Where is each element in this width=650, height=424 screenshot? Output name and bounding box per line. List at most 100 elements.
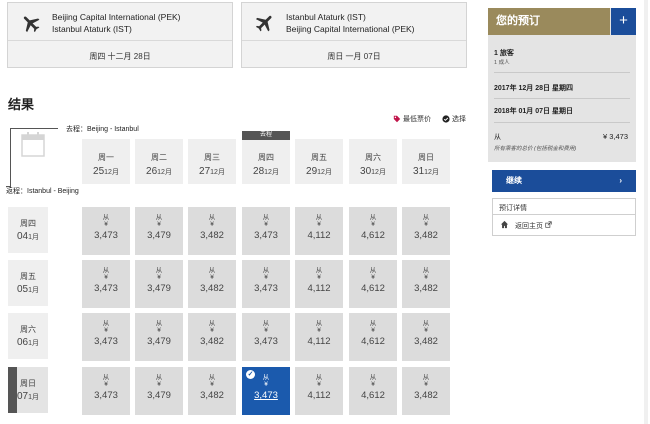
return-flight-card[interactable]: Istanbul Ataturk (IST) Beijing Capital I…	[241, 2, 467, 68]
date-column-header[interactable]: 周日 3112月	[402, 139, 450, 184]
column-month: 12月	[104, 169, 119, 176]
fare-cell[interactable]: 从 ¥3,482	[402, 313, 450, 361]
fare-from-label: 从	[102, 214, 110, 221]
fare-cell[interactable]: 从 ¥4,112	[295, 313, 343, 361]
fare-cell[interactable]: 从 ¥4,612	[349, 260, 397, 308]
outbound-flight-card[interactable]: Beijing Capital International (PEK) Ista…	[7, 2, 233, 68]
column-date: 2512月	[82, 166, 130, 177]
fare-from-label: 从	[369, 267, 377, 274]
booking-details-link[interactable]: 预订详情	[499, 203, 527, 213]
row-date: 061月	[8, 337, 48, 348]
date-column-header[interactable]: 周二 2612月	[135, 139, 183, 184]
date-row-header[interactable]: 周五 051月	[8, 260, 48, 306]
fare-cell[interactable]: 从 ¥3,473	[82, 207, 130, 255]
row-weekday: 周四	[20, 219, 36, 228]
date-row-header[interactable]: 周六 061月	[8, 313, 48, 359]
date-row-header[interactable]: 周四 041月	[8, 207, 48, 253]
fare-cell[interactable]: 从 ¥3,473	[82, 313, 130, 361]
fare-cell[interactable]: 从 ¥3,479	[135, 260, 183, 308]
fare-cell[interactable]: 从 ¥3,479	[135, 367, 183, 415]
currency-symbol: ¥	[157, 381, 161, 388]
continue-button[interactable]: 继续 ›	[492, 170, 636, 192]
fare-cell[interactable]: 从 ¥3,482	[402, 367, 450, 415]
row-month: 1月	[28, 234, 40, 241]
column-month: 12月	[371, 169, 386, 176]
column-weekday: 周三	[204, 153, 220, 162]
date-column-header[interactable]: 周一 2512月	[82, 139, 130, 184]
fare-price: 4,112	[307, 230, 331, 241]
fare-cell[interactable]: 从 ¥3,482	[402, 260, 450, 308]
fare-from-label: 从	[208, 320, 216, 327]
legend-selected-label: 选择	[451, 116, 466, 123]
column-weekday: 周五	[311, 153, 327, 162]
return-home-link[interactable]: 返回主页	[515, 221, 552, 231]
column-month: 12月	[317, 169, 332, 176]
flight-destination: Istanbul Ataturk (IST)	[52, 24, 132, 34]
fare-price: 3,482	[200, 283, 224, 294]
flight-date: 周日 一月 07日	[327, 52, 381, 61]
currency-symbol: ¥	[104, 381, 108, 388]
total-price: ¥ 3,473	[602, 132, 628, 141]
fare-from-label: 从	[315, 267, 323, 274]
column-month: 12月	[264, 169, 279, 176]
fare-cell[interactable]: 从 ¥3,482	[188, 260, 236, 308]
fare-cell[interactable]: 从 ¥4,612	[349, 207, 397, 255]
fare-cell[interactable]: 从 ¥3,482	[402, 207, 450, 255]
date-column-header[interactable]: 去程 周四 2812月	[242, 131, 290, 184]
fare-price: 4,612	[361, 336, 385, 347]
fare-cell[interactable]: 从 ¥3,473	[242, 260, 290, 308]
fare-cell[interactable]: 从 ¥3,473	[242, 207, 290, 255]
continue-label: 继续	[506, 176, 522, 185]
fare-cell[interactable]: 从 ¥4,112	[295, 260, 343, 308]
outbound-route-label: 去程：Beijing - Istanbul	[66, 126, 139, 133]
price-note: 所有乘客的总价 (包括税金和费用)	[494, 146, 577, 152]
fare-price: 3,482	[414, 230, 438, 241]
column-day: 26	[146, 166, 158, 177]
flight-card-route: Beijing Capital International (PEK) Ista…	[8, 3, 232, 41]
fare-cell[interactable]: 从 ¥3,473	[82, 260, 130, 308]
currency-symbol: ¥	[210, 327, 214, 334]
external-link-icon	[545, 221, 552, 228]
booking-summary-panel: 您的预订 + 1 旅客 1 成人 2017年 12月 28日 星期四 2018年…	[488, 8, 636, 162]
expand-button[interactable]: +	[611, 8, 636, 35]
fare-cell[interactable]: 从 ¥4,612	[349, 367, 397, 415]
fare-cell[interactable]: 从 ¥3,482	[188, 313, 236, 361]
fare-cell[interactable]: 从 ¥4,112	[295, 367, 343, 415]
fare-cell[interactable]: 从 ¥3,479	[135, 313, 183, 361]
fare-cell[interactable]: 从 ¥4,112	[295, 207, 343, 255]
fare-price: 4,612	[361, 283, 385, 294]
fare-cell[interactable]: 从 ¥3,473	[82, 367, 130, 415]
fare-cell[interactable]: 从 ¥3,473	[242, 313, 290, 361]
fare-from-label: 从	[155, 320, 163, 327]
date-column-header[interactable]: 周六 3012月	[349, 139, 397, 184]
fare-cell[interactable]: 从 ¥3,479	[135, 207, 183, 255]
column-day: 30	[360, 166, 372, 177]
date-column-header[interactable]: 周五 2912月	[295, 139, 343, 184]
row-day: 04	[16, 231, 29, 242]
scrollbar[interactable]	[644, 0, 648, 424]
divider	[494, 98, 630, 99]
column-day: 28	[253, 166, 265, 177]
fare-price: 3,473	[94, 390, 118, 401]
fare-price: 3,482	[200, 390, 224, 401]
currency-symbol: ¥	[317, 381, 321, 388]
currency-symbol: ¥	[157, 327, 161, 334]
fare-from-label: 从	[315, 374, 323, 381]
fare-cell[interactable]: 从 ¥3,482	[188, 207, 236, 255]
currency-symbol: ¥	[424, 221, 428, 228]
date-row-header[interactable]: 周日 071月	[8, 367, 48, 413]
currency-symbol: ¥	[210, 274, 214, 281]
fare-price: 3,482	[414, 336, 438, 347]
currency-symbol: ¥	[264, 221, 268, 228]
column-weekday: 周六	[365, 153, 381, 162]
flight-origin: Beijing Capital International (PEK)	[52, 12, 181, 22]
chevron-right-icon: ›	[619, 176, 622, 185]
check-icon: ✓	[246, 370, 255, 379]
fare-cell[interactable]: 从 ¥3,482	[188, 367, 236, 415]
fare-cell[interactable]: 从 ¥4,612	[349, 313, 397, 361]
date-column-header[interactable]: 周三 2712月	[188, 139, 236, 184]
fare-from-label: 从	[262, 267, 270, 274]
selected-return-tag	[8, 367, 17, 413]
fare-cell[interactable]: ✓ 从 ¥3,473	[242, 367, 290, 415]
fare-from-label: 从	[422, 374, 430, 381]
